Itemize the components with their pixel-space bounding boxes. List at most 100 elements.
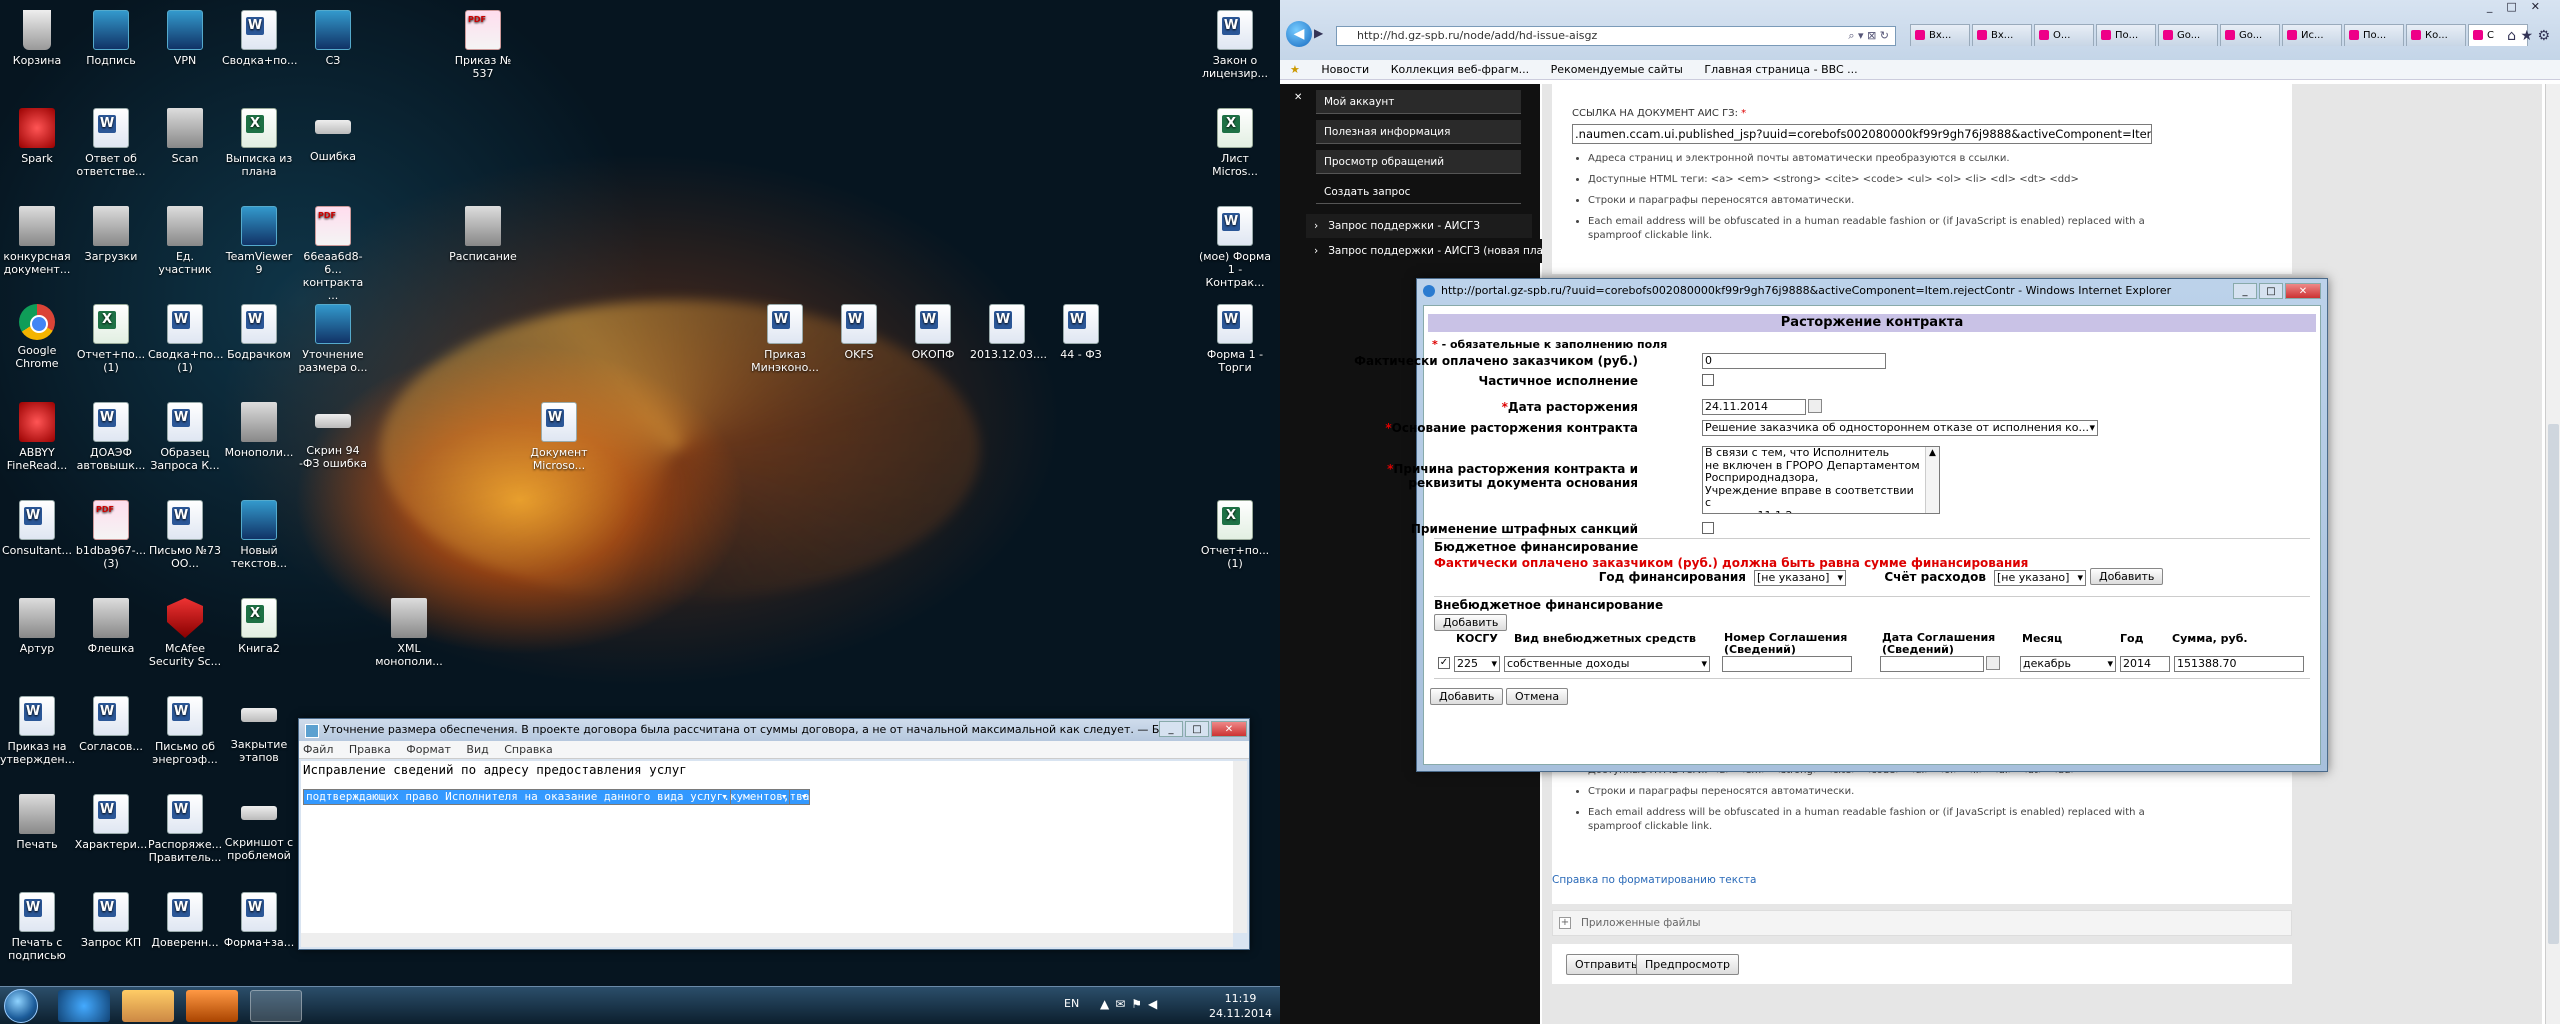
menu-file[interactable]: Файл (303, 743, 333, 756)
browser-tab[interactable]: Ис... (2282, 24, 2342, 46)
favorites-star-icon[interactable]: ★ (1290, 63, 1300, 76)
maximize-button[interactable]: □ (2259, 283, 2283, 299)
close-button[interactable]: ✕ (2285, 283, 2321, 299)
browser-tab[interactable]: Вх... (1972, 24, 2032, 46)
desktop-icon[interactable]: Consultant... (0, 498, 74, 557)
add-button[interactable]: Добавить (1430, 688, 1504, 705)
desktop-icon[interactable]: ОКОПФ (896, 302, 970, 361)
add-budget-button[interactable]: Добавить (2090, 568, 2164, 585)
menu-edit[interactable]: Правка (349, 743, 391, 756)
browser-tab[interactable]: Ко... (2406, 24, 2466, 46)
calendar-icon[interactable] (1808, 399, 1822, 413)
attachments-section[interactable]: + Приложенные файлы (1552, 910, 2292, 936)
desktop-icon[interactable]: (мое) Форма 1 - Контрак... (1198, 204, 1272, 289)
desktop-icon[interactable]: Запрос КП (74, 890, 148, 949)
desktop-icon[interactable]: Корзина (0, 8, 74, 67)
submit-button[interactable]: Отправить (1566, 954, 1647, 975)
desktop-icon[interactable]: Бодрачком (222, 302, 296, 361)
minimize-button[interactable]: _ (1159, 721, 1183, 737)
desktop-icon[interactable]: конкурсная документ... (0, 204, 74, 276)
menu-format[interactable]: Формат (406, 743, 451, 756)
minimize-button[interactable]: _ (2233, 283, 2257, 299)
calendar-icon[interactable] (1986, 656, 2000, 670)
tree-item-aisgz[interactable]: › Запрос поддержки - АИСГЗ (1306, 214, 1532, 238)
desktop-icon[interactable]: Ошибка (296, 106, 370, 163)
menu-useful-info[interactable]: Полезная информация (1316, 120, 1521, 144)
tree-item-aisgz-new[interactable]: › Запрос поддержки - АИСГЗ (новая платф (1306, 239, 1542, 263)
penalty-checkbox[interactable] (1702, 522, 1714, 534)
browser-tab[interactable]: По... (2344, 24, 2404, 46)
desktop-icon[interactable]: СЗ (296, 8, 370, 67)
desktop-icon[interactable]: Лист Micros... (1198, 106, 1272, 178)
textarea-scrollbar[interactable]: ▲ (1925, 447, 1939, 513)
tray-icons[interactable]: ▲✉⚑◀ (1100, 997, 1163, 1011)
desktop-icon[interactable]: Сводка+по... (222, 8, 298, 67)
ie-taskbar-button[interactable] (58, 990, 110, 1022)
desktop-icon[interactable]: Spark (0, 106, 74, 165)
desktop-icon[interactable]: Печать с подписью (0, 890, 74, 962)
document-link-input[interactable]: .naumen.ccam.ui.published_jsp?uuid=coreb… (1572, 124, 2152, 144)
clock[interactable]: 11:19 24.11.2014 (1209, 991, 1272, 1021)
start-button[interactable] (4, 989, 38, 1023)
desktop-icon[interactable]: ABBYY FineRead... (0, 400, 74, 472)
vertical-scrollbar[interactable] (1233, 761, 1247, 933)
partial-checkbox[interactable] (1702, 374, 1714, 386)
desktop-icon[interactable]: Отчет+по... (1) (1198, 498, 1272, 570)
media-taskbar-button[interactable] (186, 990, 238, 1022)
agreement-date-input[interactable] (1880, 656, 1984, 672)
browser-tab[interactable]: Вх... (1910, 24, 1970, 46)
desktop-icon[interactable]: Scan (148, 106, 222, 165)
desktop-icon[interactable]: Флешка (74, 596, 148, 655)
browser-tab[interactable]: По... (2096, 24, 2156, 46)
desktop-icon[interactable]: Приказ на утвержден... (0, 694, 75, 766)
desktop-icon[interactable]: Закон о лицензир... (1198, 8, 1272, 80)
desktop-icon[interactable]: Монополи... (222, 400, 296, 459)
desktop-icon[interactable]: Сводка+по... (1) (148, 302, 224, 374)
month-select[interactable]: декабрь (2020, 656, 2116, 672)
desktop-icon[interactable]: XML монополи... (372, 596, 446, 668)
horizontal-scrollbar[interactable] (301, 933, 1233, 947)
explorer-taskbar-button[interactable] (122, 990, 174, 1022)
desktop-icon[interactable]: Приказ № 537 (446, 8, 520, 80)
desktop-icon[interactable]: TeamViewer 9 (222, 204, 296, 276)
forward-button[interactable]: ▶ (1314, 26, 1323, 40)
browser-tab[interactable]: Go... (2158, 24, 2218, 46)
dialog-titlebar[interactable]: http://portal.gz-spb.ru/?uuid=corebofs00… (1417, 279, 2327, 303)
reason-textarea[interactable]: В связи с тем, что Исполнитель не включен… (1702, 446, 1940, 514)
page-scrollbar[interactable] (2545, 84, 2560, 1024)
menu-my-account[interactable]: Мой аккаунт (1316, 90, 1521, 114)
reject-contract-dialog[interactable]: http://portal.gz-spb.ru/?uuid=corebofs00… (1354, 278, 2328, 772)
window-controls[interactable]: _□✕ (2487, 0, 2554, 13)
notepad-text-area[interactable]: Исправление сведений по адресу предостав… (301, 761, 1233, 933)
desktop-icon[interactable]: Закрытие этапов (222, 694, 296, 764)
menu-help[interactable]: Справка (504, 743, 552, 756)
year-select[interactable]: [не указано] (1754, 570, 1846, 586)
desktop-icon[interactable]: Google Chrome (0, 302, 74, 370)
desktop-icon[interactable]: Артур (0, 596, 74, 655)
desktop-icon[interactable]: Загрузки (74, 204, 148, 263)
desktop-icon[interactable]: 66eaa6d8-6... контракта ... (296, 204, 370, 302)
desktop-icon[interactable]: Распоряже... Правитель... (148, 792, 222, 864)
fav-news[interactable]: Новости (1321, 63, 1369, 76)
desktop-icon[interactable]: VPN (148, 8, 222, 67)
maximize-button[interactable]: □ (1185, 721, 1209, 737)
language-indicator[interactable]: EN (1064, 997, 1079, 1010)
fav-suggested[interactable]: Рекомендуемые сайты (1551, 63, 1683, 76)
number-input[interactable] (1722, 656, 1852, 672)
kosgu-select[interactable]: 225 (1454, 656, 1500, 672)
scroll-thumb[interactable] (2548, 424, 2559, 944)
desktop-icon[interactable]: Книга2 (222, 596, 296, 655)
notepad-titlebar[interactable]: Уточнение размера обеспечения. В проекте… (299, 719, 1249, 741)
back-button[interactable]: ◀ (1286, 21, 1312, 47)
desktop-icon[interactable]: Форма+за... (222, 890, 296, 949)
sum-input[interactable]: 151388.70 (2174, 656, 2304, 672)
desktop-icon[interactable]: McAfee Security Sc... (148, 596, 222, 668)
desktop-icon[interactable]: Уточнение размера о... (296, 302, 370, 374)
basis-select[interactable]: Решение заказчика об одностороннем отказ… (1702, 420, 2098, 436)
desktop-icon[interactable]: b1dba967-... (3) (74, 498, 148, 570)
notepad-window[interactable]: Уточнение размера обеспечения. В проекте… (298, 718, 1250, 950)
browser-tab[interactable]: Go... (2220, 24, 2280, 46)
desktop-icon[interactable]: Скрин 94 -ФЗ ошибка (296, 400, 370, 470)
search-icon[interactable]: ⌕ ▾ ⊠ ↻ (1848, 27, 1889, 45)
preview-button[interactable]: Предпросмотр (1636, 954, 1739, 975)
